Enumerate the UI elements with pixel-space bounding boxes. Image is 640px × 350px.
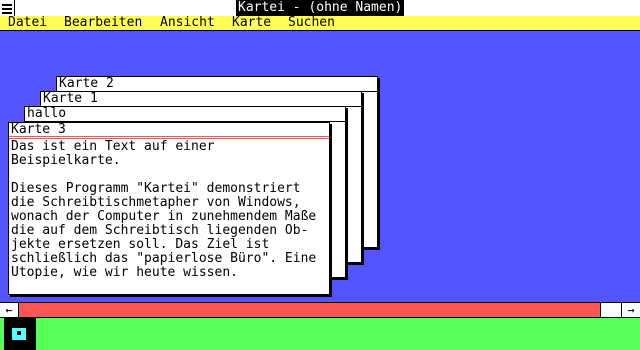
- scroll-right-button[interactable]: →: [621, 303, 640, 317]
- system-menu-icon[interactable]: [0, 0, 15, 16]
- icon-area: [0, 318, 640, 350]
- card-body-text[interactable]: Das ist ein Text auf einer Beispielkarte…: [9, 139, 329, 281]
- card-title: Karte 2: [57, 77, 377, 92]
- menu-suchen[interactable]: Suchen: [288, 16, 335, 30]
- scroll-left-button[interactable]: ←: [0, 303, 19, 317]
- card-title: hallo: [25, 107, 345, 122]
- card-workspace: Karte 2 Karte 1 hallo Karte 3 Das ist ei…: [0, 31, 640, 302]
- horizontal-scrollbar[interactable]: ← →: [0, 302, 640, 318]
- card-title: Karte 3: [9, 123, 329, 139]
- scroll-thumb[interactable]: [600, 303, 622, 317]
- card-title: Karte 1: [41, 92, 361, 107]
- menu-karte[interactable]: Karte: [232, 16, 271, 30]
- window-title: Kartei - (ohne Namen): [236, 0, 405, 16]
- menu-ansicht[interactable]: Ansicht: [160, 16, 215, 30]
- menu-bearbeiten[interactable]: Bearbeiten: [64, 16, 142, 30]
- floppy-disk-icon[interactable]: [4, 318, 36, 350]
- card-karte-3[interactable]: Karte 3 Das ist ein Text auf einer Beisp…: [8, 122, 330, 295]
- menu-bar: Datei Bearbeiten Ansicht Karte Suchen: [0, 16, 640, 31]
- menu-datei[interactable]: Datei: [8, 16, 47, 30]
